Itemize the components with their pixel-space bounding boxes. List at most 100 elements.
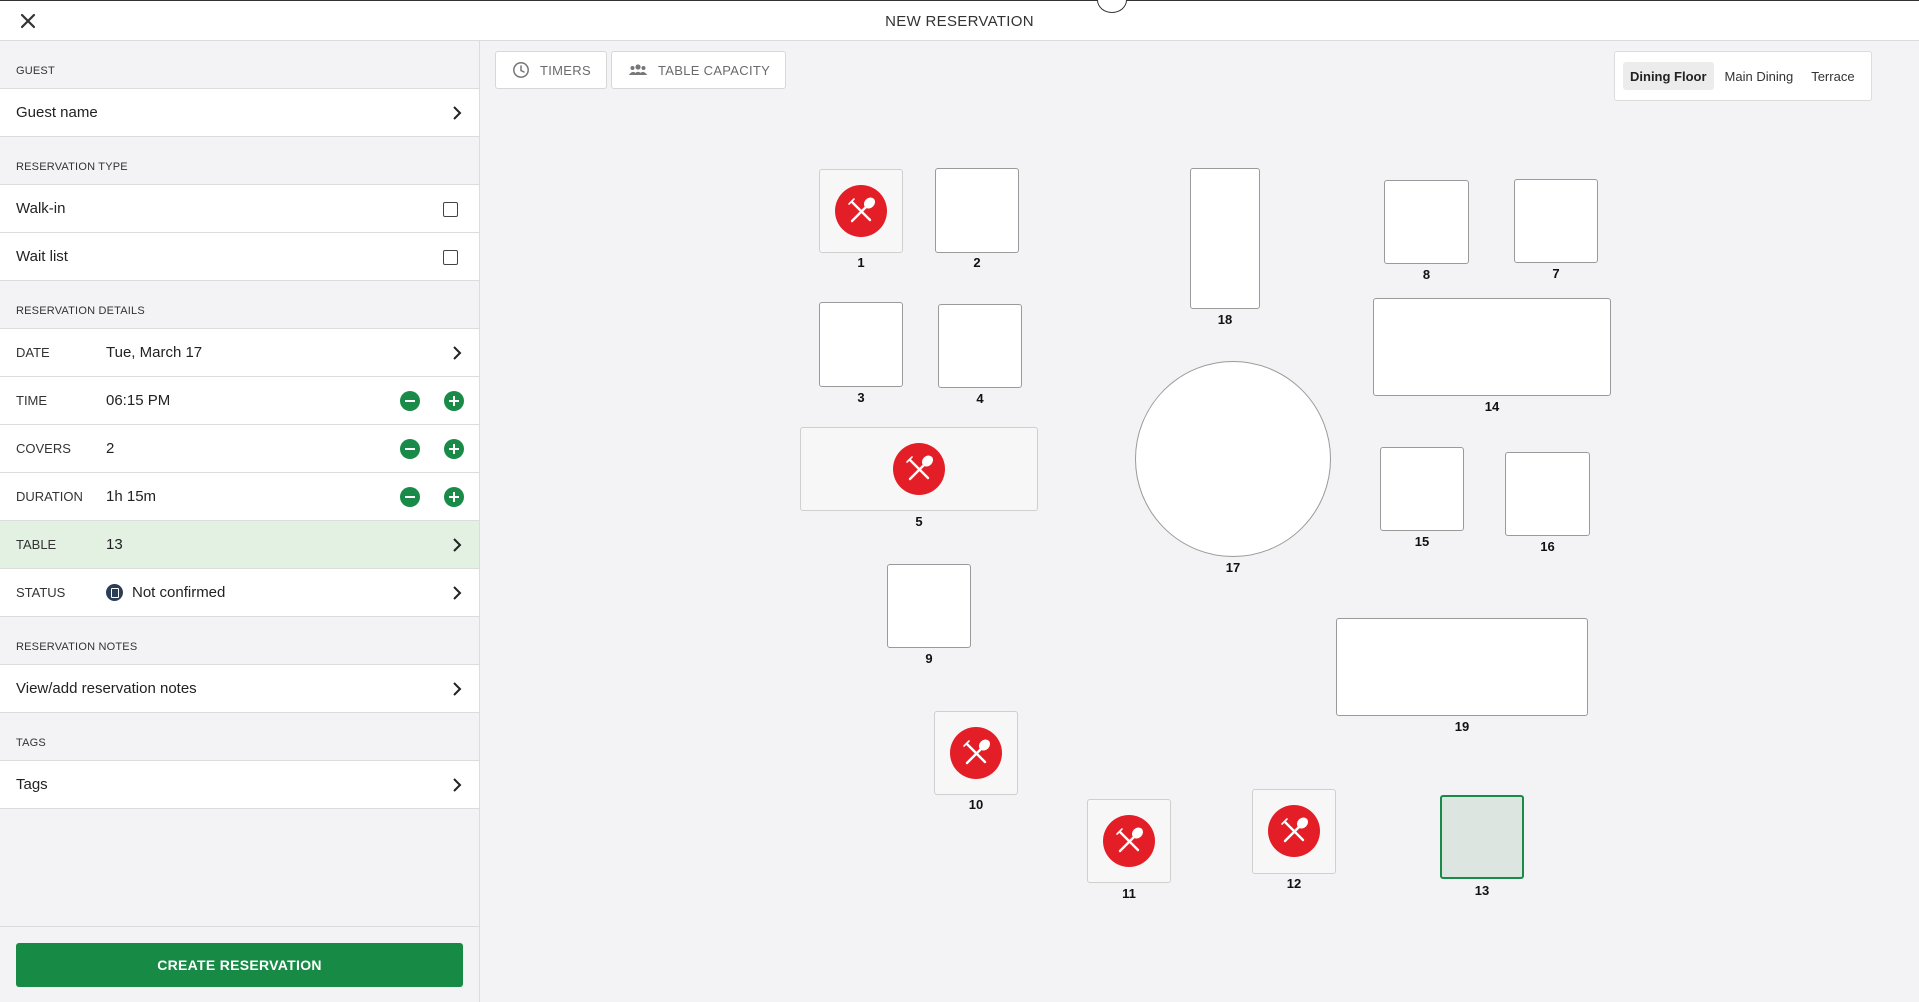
chevron-right-icon — [453, 586, 462, 600]
table-number-label: 2 — [973, 255, 981, 270]
table-7[interactable] — [1514, 179, 1598, 263]
table-number-label: 19 — [1454, 719, 1470, 734]
people-icon — [628, 64, 648, 75]
table-4[interactable] — [938, 304, 1022, 388]
table-number-label: 16 — [1540, 539, 1555, 554]
walk-in-row[interactable]: Walk-in — [0, 185, 479, 233]
section-header-reservation-details: RESERVATION DETAILS — [0, 281, 479, 329]
status-value: Not confirmed — [132, 584, 226, 601]
table-number-label: 12 — [1286, 876, 1302, 891]
duration-stepper — [400, 487, 464, 507]
chevron-right-icon — [453, 682, 462, 696]
fork-spoon-icon — [892, 442, 945, 495]
status-phone-icon — [106, 584, 123, 601]
table-19[interactable] — [1336, 618, 1588, 716]
table-capacity-label: TABLE CAPACITY — [658, 62, 771, 78]
table-3[interactable] — [819, 302, 903, 387]
table-row[interactable]: TABLE 13 — [0, 521, 479, 569]
duration-row: DURATION 1h 15m — [0, 473, 479, 521]
table-number-label: 7 — [1552, 266, 1560, 281]
tags-label: Tags — [16, 776, 48, 793]
wait-list-label: Wait list — [16, 248, 68, 265]
table-10[interactable] — [934, 711, 1018, 795]
wait-list-checkbox[interactable] — [443, 250, 458, 265]
time-label: TIME — [16, 393, 48, 408]
table-capacity-button[interactable]: TABLE CAPACITY — [611, 51, 787, 89]
chevron-right-icon — [453, 346, 462, 360]
walk-in-checkbox[interactable] — [443, 202, 458, 217]
table-17[interactable] — [1135, 361, 1331, 557]
table-11[interactable] — [1087, 799, 1171, 883]
section-header-tags: TAGS — [0, 713, 479, 761]
top-bar: NEW RESERVATION — [0, 0, 1919, 41]
table-number-label: 9 — [925, 651, 933, 666]
covers-stepper — [400, 439, 464, 459]
status-row[interactable]: STATUS Not confirmed — [0, 569, 479, 617]
page-title: NEW RESERVATION — [885, 13, 1034, 30]
table-number-label: 11 — [1122, 886, 1136, 901]
table-number-label: 4 — [976, 391, 984, 406]
fork-spoon-icon — [834, 184, 887, 237]
wait-list-row[interactable]: Wait list — [0, 233, 479, 281]
table-14[interactable] — [1373, 298, 1611, 396]
section-header-reservation-type: RESERVATION TYPE — [0, 137, 479, 185]
reservation-notes-label: View/add reservation notes — [16, 680, 197, 697]
table-15[interactable] — [1380, 447, 1464, 531]
covers-increment-button[interactable] — [444, 439, 464, 459]
walk-in-label: Walk-in — [16, 200, 66, 217]
area-option-terrace[interactable]: Terrace — [1804, 62, 1861, 90]
table-2[interactable] — [935, 168, 1019, 253]
covers-decrement-button[interactable] — [400, 439, 420, 459]
fork-spoon-icon — [949, 726, 1002, 779]
guest-name-label: Guest name — [16, 104, 98, 121]
floor-plan: TIMERS TABLE CAPACITY Dining Floor Main … — [481, 41, 1919, 1002]
covers-label: COVERS — [16, 441, 71, 456]
table-number-label: 17 — [1225, 560, 1241, 575]
reservation-notes-row[interactable]: View/add reservation notes — [0, 665, 479, 713]
reservation-form: GUEST Guest name RESERVATION TYPE Walk-i… — [0, 41, 480, 1002]
table-number-label: 8 — [1422, 267, 1431, 282]
chevron-right-icon — [453, 778, 462, 792]
duration-label: DURATION — [16, 489, 83, 504]
table-label: TABLE — [16, 537, 57, 552]
time-decrement-button[interactable] — [400, 391, 420, 411]
section-header-reservation-notes: RESERVATION NOTES — [0, 617, 479, 665]
table-number-label: 1 — [857, 255, 865, 270]
table-18[interactable] — [1190, 168, 1260, 309]
table-number-label: 10 — [968, 797, 984, 812]
area-option-main-dining[interactable]: Main Dining — [1718, 62, 1801, 90]
table-number-label: 3 — [857, 390, 865, 405]
table-13[interactable] — [1440, 795, 1524, 879]
fork-spoon-icon — [1102, 814, 1155, 867]
table-12[interactable] — [1252, 789, 1336, 874]
table-number-label: 5 — [915, 514, 923, 529]
area-option-dining-floor[interactable]: Dining Floor — [1623, 62, 1714, 90]
table-number-label: 15 — [1414, 534, 1430, 549]
duration-decrement-button[interactable] — [400, 487, 420, 507]
area-selector: Dining Floor Main Dining Terrace — [1614, 51, 1872, 101]
time-increment-button[interactable] — [444, 391, 464, 411]
table-number-label: 14 — [1484, 399, 1500, 414]
table-value: 13 — [106, 536, 123, 553]
table-16[interactable] — [1505, 452, 1590, 536]
time-row: TIME 06:15 PM — [0, 377, 479, 425]
clock-icon — [513, 62, 529, 78]
date-row[interactable]: DATE Tue, March 17 — [0, 329, 479, 377]
table-5[interactable] — [800, 427, 1038, 511]
guest-name-row[interactable]: Guest name — [0, 89, 479, 137]
table-8[interactable] — [1384, 180, 1469, 264]
covers-row: COVERS 2 — [0, 425, 479, 473]
status-label: STATUS — [16, 585, 66, 600]
chevron-right-icon — [453, 106, 462, 120]
table-number-label: 18 — [1217, 312, 1233, 327]
table-1[interactable] — [819, 169, 903, 253]
fork-spoon-icon — [1267, 805, 1320, 857]
drag-handle[interactable] — [1097, 0, 1127, 13]
duration-increment-button[interactable] — [444, 487, 464, 507]
table-number-label: 13 — [1474, 883, 1490, 898]
tags-row[interactable]: Tags — [0, 761, 479, 809]
timers-button[interactable]: TIMERS — [495, 51, 607, 89]
status-value-wrap: Not confirmed — [106, 584, 479, 601]
table-9[interactable] — [887, 564, 971, 648]
create-reservation-button[interactable]: CREATE RESERVATION — [16, 943, 463, 987]
